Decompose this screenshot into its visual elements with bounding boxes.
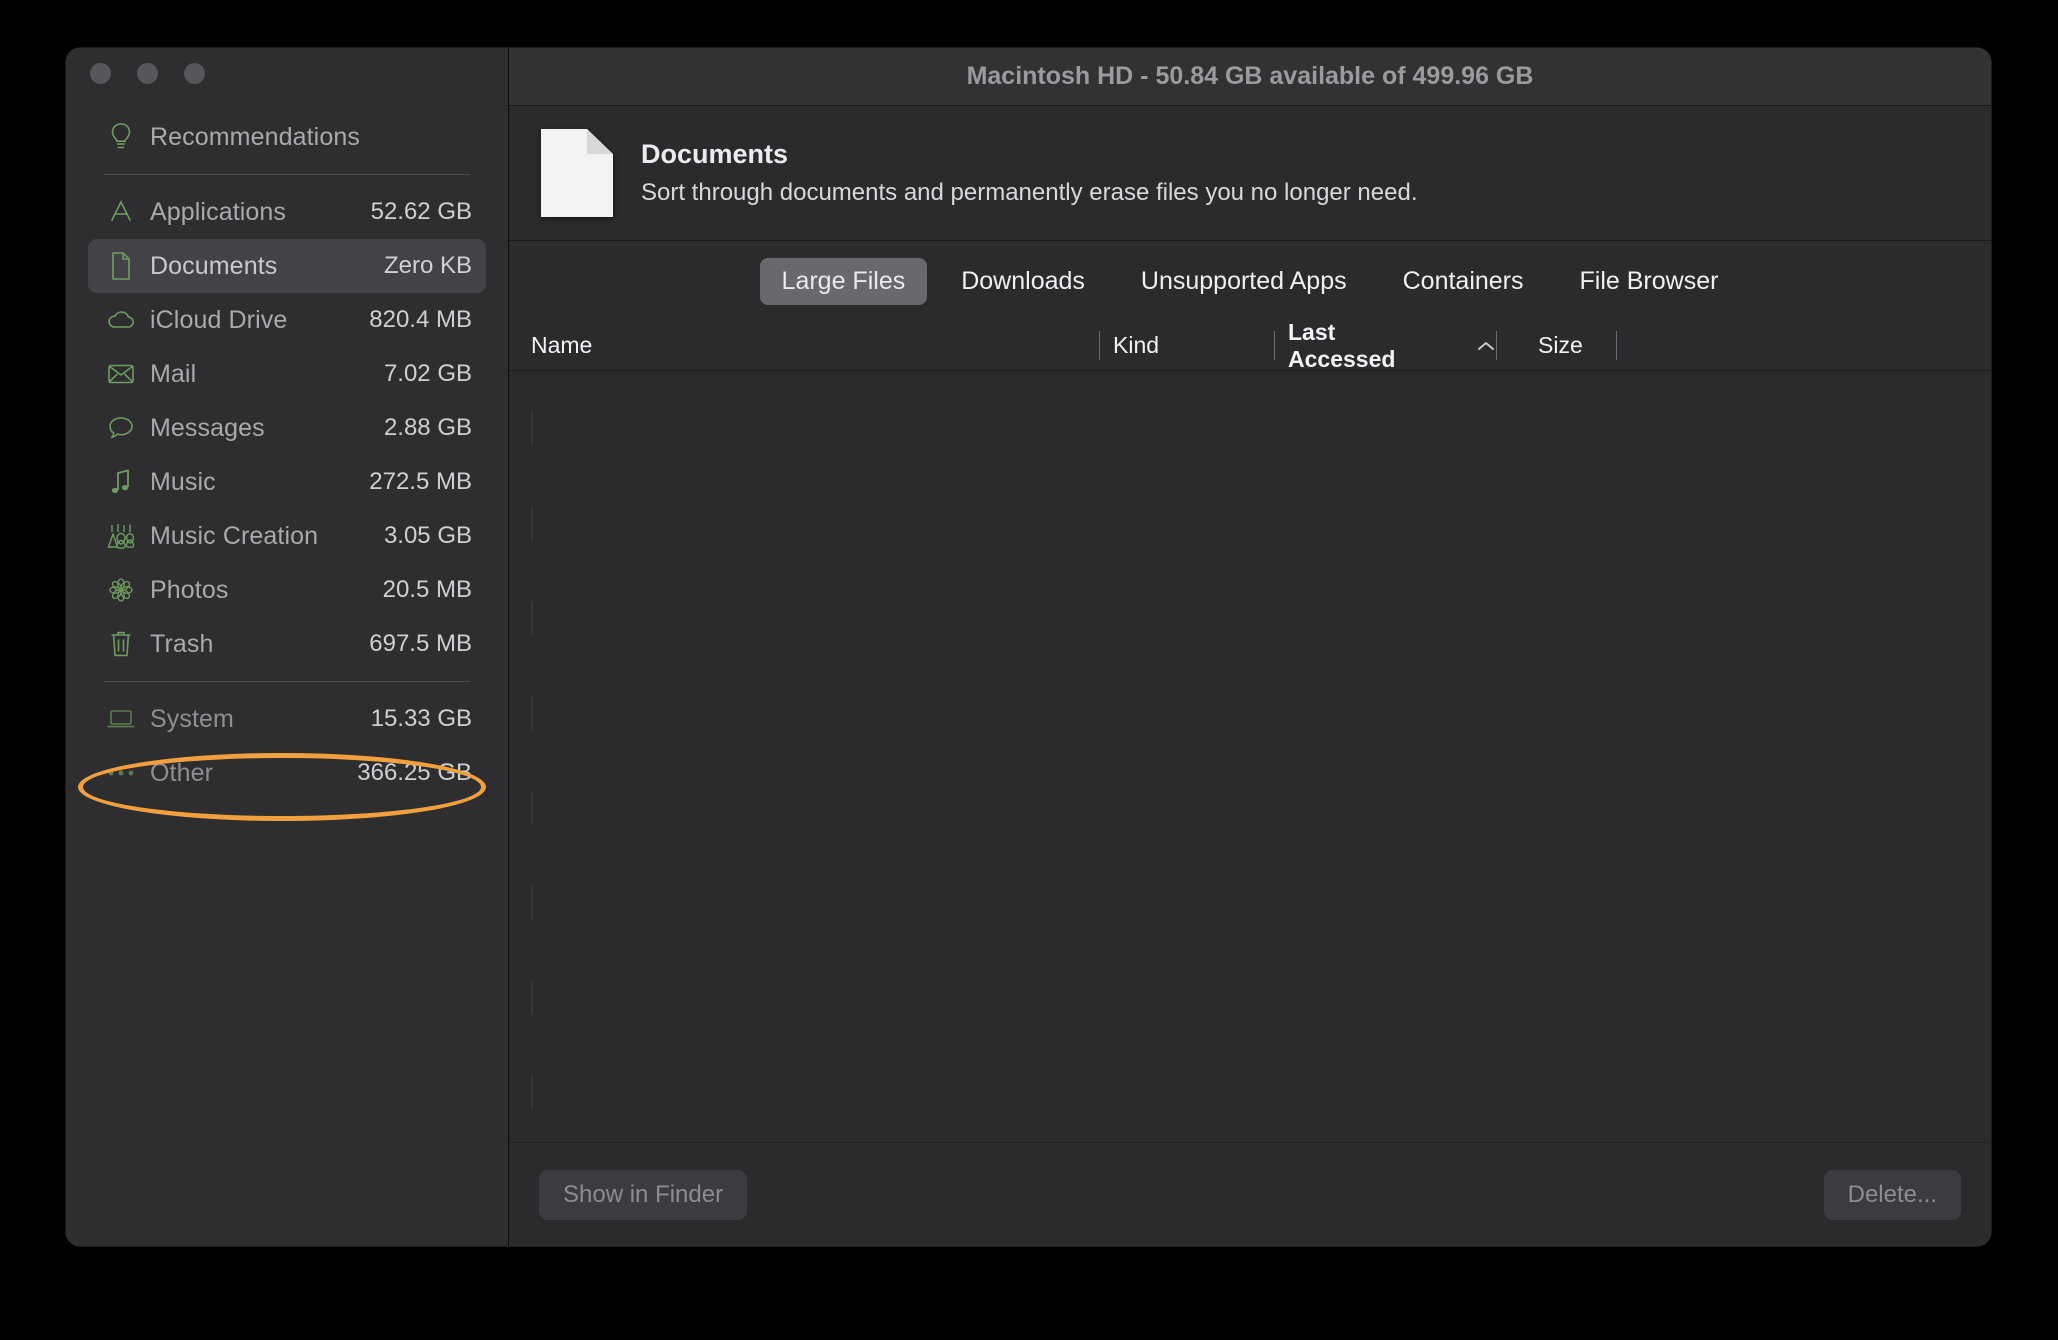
sidebar-item-label: Music [150, 467, 216, 496]
sidebar-item-size: 3.05 GB [383, 522, 472, 549]
sidebar-item-size: 20.5 MB [382, 576, 472, 603]
column-header-last-accessed-label: Last Accessed [1288, 318, 1396, 372]
show-in-finder-button[interactable]: Show in Finder [539, 1169, 748, 1220]
sidebar-item-applications[interactable]: Applications 52.62 GB [88, 185, 486, 239]
sidebar-item-messages[interactable]: Messages 2.88 GB [88, 401, 486, 455]
sidebar-item-size: 52.62 GB [370, 198, 472, 225]
close-button[interactable] [90, 63, 111, 84]
maximize-button[interactable] [184, 63, 205, 84]
sidebar-item-label: Recommendations [150, 122, 360, 151]
sidebar-item-system[interactable]: System 15.33 GB [88, 692, 486, 746]
tab-file-browser[interactable]: File Browser [1558, 258, 1741, 305]
sidebar-item-documents[interactable]: Documents Zero KB [88, 239, 486, 293]
ellipsis-icon [104, 758, 138, 788]
sidebar-list: Recommendations Applications 52.62 GB Do… [66, 110, 508, 800]
column-header-size[interactable]: Size [1496, 321, 1616, 370]
sidebar: Recommendations Applications 52.62 GB Do… [66, 48, 508, 1246]
category-subtitle: Sort through documents and permanently e… [641, 179, 1418, 206]
sidebar-item-other[interactable]: Other 366.25 GB [88, 746, 486, 800]
sidebar-item-label: Trash [150, 629, 214, 658]
column-header-name-label: Name [531, 332, 593, 358]
main-pane: Macintosh HD - 50.84 GB available of 499… [508, 48, 1991, 1246]
sidebar-item-label: Music Creation [150, 521, 319, 550]
sidebar-item-mail[interactable]: Mail 7.02 GB [88, 347, 486, 401]
sidebar-divider-bottom [104, 681, 470, 682]
sidebar-item-label: Other [150, 758, 214, 787]
sidebar-item-size: 15.33 GB [370, 705, 472, 732]
column-divider [1099, 331, 1100, 360]
sidebar-item-size: 697.5 MB [369, 630, 472, 657]
sidebar-item-size: Zero KB [383, 252, 472, 279]
column-divider [1496, 331, 1497, 360]
column-header-size-label: Size [1538, 332, 1583, 358]
row-separator-marks [531, 393, 534, 1142]
sidebar-item-label: Documents [150, 251, 278, 280]
column-header-kind[interactable]: Kind [1099, 321, 1274, 370]
storage-management-window: Recommendations Applications 52.62 GB Do… [66, 48, 1991, 1246]
delete-button[interactable]: Delete... [1823, 1169, 1961, 1220]
music-note-icon [104, 467, 138, 497]
speech-bubble-icon [104, 413, 138, 443]
window-controls [90, 63, 205, 84]
sort-ascending-icon [1476, 340, 1496, 352]
column-header-last-accessed[interactable]: Last Accessed [1274, 318, 1496, 372]
sidebar-item-size: 820.4 MB [369, 306, 472, 333]
sidebar-item-recommendations[interactable]: Recommendations [88, 110, 486, 164]
footer-bar: Show in Finder Delete... [509, 1142, 1991, 1246]
trash-icon [104, 629, 138, 659]
table-body-empty[interactable] [509, 371, 1991, 1142]
sidebar-item-size: 7.02 GB [383, 360, 472, 387]
app-store-icon [104, 197, 138, 227]
column-header-end [1616, 321, 1630, 370]
sidebar-item-size: 366.25 GB [357, 759, 472, 786]
category-header: Documents Sort through documents and per… [509, 106, 1991, 241]
document-icon [104, 251, 138, 281]
category-title: Documents [641, 139, 789, 169]
photos-flower-icon [104, 575, 138, 605]
window-titlebar: Macintosh HD - 50.84 GB available of 499… [509, 48, 1991, 106]
sidebar-item-label: Photos [150, 575, 229, 604]
tab-containers[interactable]: Containers [1381, 258, 1546, 305]
sidebar-item-music-creation[interactable]: Music Creation 3.05 GB [88, 509, 486, 563]
column-header-kind-label: Kind [1113, 332, 1160, 358]
sidebar-item-label: Messages [150, 413, 265, 442]
sidebar-item-label: Applications [150, 197, 287, 226]
lightbulb-icon [104, 122, 138, 152]
laptop-icon [104, 704, 138, 734]
document-page-icon [539, 126, 615, 220]
sidebar-item-photos[interactable]: Photos 20.5 MB [88, 563, 486, 617]
sidebar-item-icloud-drive[interactable]: iCloud Drive 820.4 MB [88, 293, 486, 347]
sidebar-item-size: 272.5 MB [369, 468, 472, 495]
sidebar-divider-top [104, 174, 470, 175]
minimize-button[interactable] [137, 63, 158, 84]
column-header-name[interactable]: Name [509, 321, 1099, 370]
window-title: Macintosh HD - 50.84 GB available of 499… [966, 62, 1534, 90]
tab-unsupported-apps[interactable]: Unsupported Apps [1119, 258, 1369, 305]
envelope-icon [104, 359, 138, 389]
category-text: Documents Sort through documents and per… [641, 139, 1417, 207]
sidebar-item-music[interactable]: Music 272.5 MB [88, 455, 486, 509]
column-divider [1616, 331, 1617, 360]
sidebar-item-label: iCloud Drive [150, 305, 288, 334]
cloud-icon [104, 305, 138, 335]
sidebar-item-trash[interactable]: Trash 697.5 MB [88, 617, 486, 671]
tab-downloads[interactable]: Downloads [939, 258, 1107, 305]
table-column-header: Name Kind Last Accessed Size [509, 318, 1991, 372]
screen: Recommendations Applications 52.62 GB Do… [0, 0, 2058, 1340]
column-divider [1274, 331, 1275, 360]
guitar-icon [104, 521, 138, 551]
sidebar-item-label: Mail [150, 359, 197, 388]
tab-large-files[interactable]: Large Files [759, 257, 928, 305]
sidebar-item-size: 2.88 GB [383, 414, 472, 441]
sidebar-item-label: System [150, 704, 234, 733]
tab-bar: Large Files Downloads Unsupported Apps C… [509, 241, 1991, 321]
